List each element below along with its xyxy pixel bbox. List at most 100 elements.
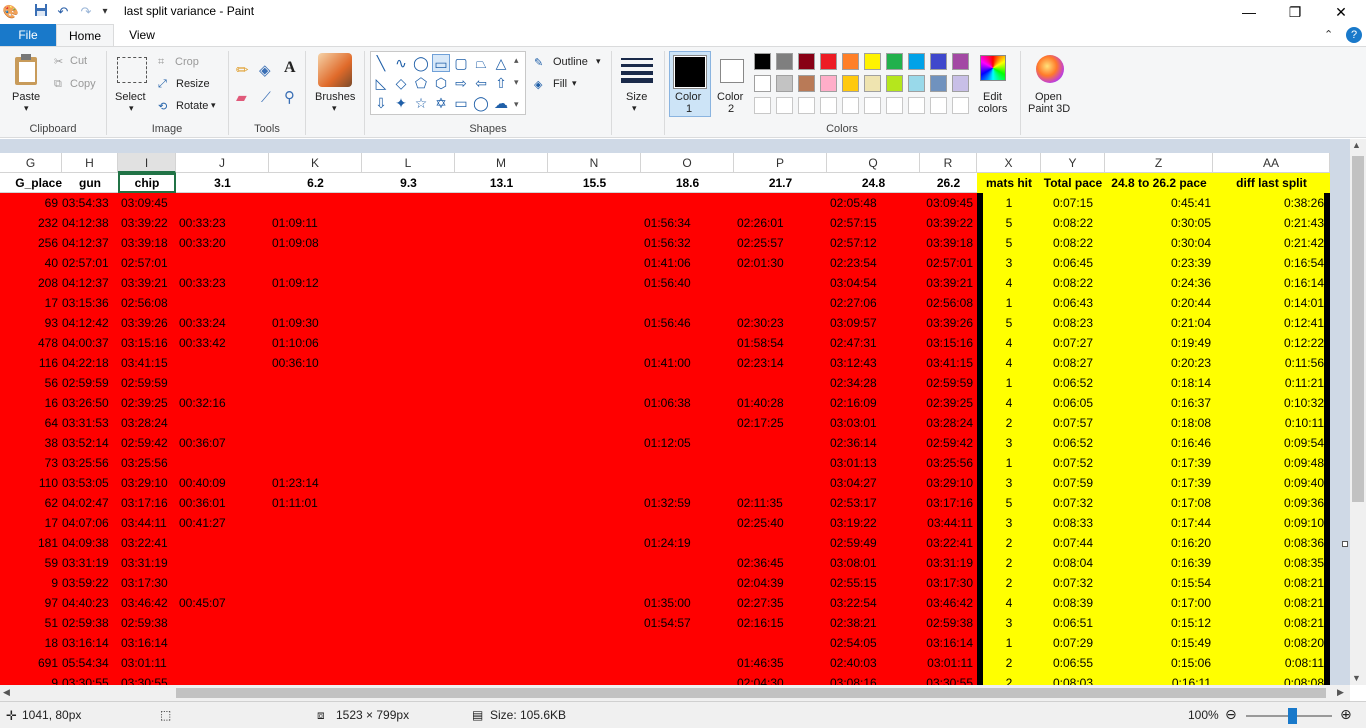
zoom-out-icon[interactable]: ⊖ [1225,706,1237,723]
rounded-rectangle-shape-icon[interactable]: ▢ [452,54,470,72]
custom-color-slot[interactable] [754,97,771,114]
down-arrow-shape-icon[interactable]: ⇩ [372,94,390,112]
scroll-left-icon[interactable]: ◀ [3,687,10,698]
custom-color-slot[interactable] [864,97,881,114]
zoom-in-icon[interactable]: ⊕ [1340,706,1352,723]
palette-swatch[interactable] [798,53,815,70]
fill-button[interactable]: Fill [553,78,567,90]
vertical-scroll-thumb[interactable] [1352,156,1364,502]
eraser-icon[interactable]: ▰ [236,89,247,106]
custom-color-slot[interactable] [820,97,837,114]
tab-file[interactable]: File [0,24,56,46]
horizontal-scroll-thumb[interactable] [176,688,1326,698]
shapes-expand-icon[interactable]: ▾ [514,99,519,110]
fill-dropdown-icon[interactable]: ▾ [572,78,577,89]
magnifier-icon[interactable]: ⚲ [284,88,295,106]
triangle-shape-icon[interactable]: △ [492,54,510,72]
custom-color-slot[interactable] [908,97,925,114]
canvas-area[interactable]: G H I J K L M N O P Q R X Y Z AA G_place gun chip 3.1 6.2 9.… [0,139,1350,685]
open-paint3d-button[interactable]: Open [1035,91,1062,103]
palette-swatch[interactable] [930,75,947,92]
paste-button[interactable]: Paste [12,91,40,103]
scroll-down-icon[interactable]: ▼ [1352,673,1361,683]
outline-dropdown-icon[interactable]: ▾ [596,56,601,67]
rectangle-shape-icon[interactable]: ▭ [432,54,450,72]
palette-swatch[interactable] [908,75,925,92]
help-icon[interactable]: ? [1346,27,1362,43]
zoom-slider-thumb[interactable] [1288,708,1297,724]
select-icon[interactable] [117,57,147,83]
palette-swatch[interactable] [886,75,903,92]
palette-swatch[interactable] [930,53,947,70]
curve-shape-icon[interactable]: ∿ [392,54,410,72]
canvas-resize-handle[interactable] [1342,541,1348,547]
brushes-button[interactable]: Brushes [315,91,355,103]
palette-swatch[interactable] [952,53,969,70]
size-button[interactable]: Size [626,91,647,103]
close-button[interactable]: ✕ [1318,0,1364,24]
rotate-button[interactable]: Rotate [176,100,208,112]
palette-swatch[interactable] [864,53,881,70]
rotate-dropdown-icon[interactable]: ▾ [211,100,216,111]
save-icon[interactable] [32,3,50,21]
pentagon-shape-icon[interactable]: ⬠ [412,74,430,92]
copy-button[interactable]: Copy [70,78,96,90]
maximize-button[interactable]: ❐ [1272,0,1318,24]
paint3d-icon[interactable] [1036,55,1064,83]
polygon-shape-icon[interactable]: ⏢ [472,54,490,72]
select-button[interactable]: Select [115,91,146,103]
five-point-star-shape-icon[interactable]: ☆ [412,94,430,112]
edit-colors-button[interactable]: Edit [983,91,1002,103]
oval-callout-shape-icon[interactable]: ◯ [472,94,490,112]
custom-color-slot[interactable] [930,97,947,114]
palette-swatch[interactable] [952,75,969,92]
paste-icon[interactable] [12,53,42,87]
palette-swatch[interactable] [754,53,771,70]
resize-button[interactable]: Resize [176,78,210,90]
color2-swatch[interactable] [720,59,744,83]
right-triangle-shape-icon[interactable]: ◺ [372,74,390,92]
palette-swatch[interactable] [842,75,859,92]
brushes-dropdown-icon[interactable]: ▾ [332,103,337,114]
minimize-button[interactable]: — [1226,0,1272,24]
undo-icon[interactable]: ↶ [54,3,72,21]
shapes-scroll-down-icon[interactable]: ▾ [514,77,519,88]
rect-callout-shape-icon[interactable]: ▭ [452,94,470,112]
customize-quick-access-icon[interactable]: ▾ [96,3,114,21]
edit-colors-icon[interactable] [980,55,1006,81]
palette-swatch[interactable] [776,75,793,92]
palette-swatch[interactable] [776,53,793,70]
paste-dropdown-icon[interactable]: ▾ [24,103,29,114]
palette-swatch[interactable] [798,75,815,92]
cut-button[interactable]: Cut [70,55,87,67]
color-picker-icon[interactable]: ⟋ [261,89,271,106]
outline-button[interactable]: Outline [553,56,588,68]
custom-color-slot[interactable] [776,97,793,114]
hexagon-shape-icon[interactable]: ⬡ [432,74,450,92]
custom-color-slot[interactable] [842,97,859,114]
up-arrow-shape-icon[interactable]: ⇧ [492,74,510,92]
custom-color-slot[interactable] [952,97,969,114]
palette-swatch[interactable] [908,53,925,70]
text-tool-icon[interactable]: A [284,59,296,77]
tab-view[interactable]: View [114,24,170,46]
size-dropdown-icon[interactable]: ▾ [632,103,637,114]
line-shape-icon[interactable]: ╲ [372,54,390,72]
custom-color-slot[interactable] [886,97,903,114]
tab-home[interactable]: Home [56,24,114,46]
collapse-ribbon-icon[interactable]: ⌃ [1324,28,1333,41]
right-arrow-shape-icon[interactable]: ⇨ [452,74,470,92]
crop-button[interactable]: Crop [175,56,199,68]
custom-color-slot[interactable] [798,97,815,114]
brushes-icon[interactable] [318,53,352,87]
four-point-star-shape-icon[interactable]: ✦ [392,94,410,112]
palette-swatch[interactable] [864,75,881,92]
scroll-right-icon[interactable]: ▶ [1337,687,1344,698]
fill-bucket-icon[interactable]: ◈ [259,61,271,79]
palette-swatch[interactable] [886,53,903,70]
palette-swatch[interactable] [820,53,837,70]
pencil-icon[interactable]: ✏ [236,61,249,79]
palette-swatch[interactable] [820,75,837,92]
palette-swatch[interactable] [842,53,859,70]
scroll-up-icon[interactable]: ▲ [1352,140,1361,150]
